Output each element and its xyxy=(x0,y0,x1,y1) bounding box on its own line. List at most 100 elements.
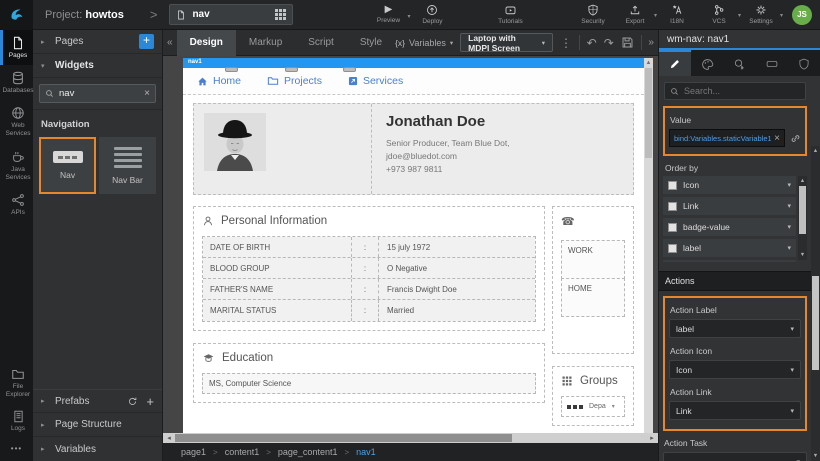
action-link-select[interactable]: Link ▾ xyxy=(669,401,801,420)
tab-properties[interactable] xyxy=(659,50,691,76)
order-by-item[interactable]: Link ▾ xyxy=(663,197,796,215)
checkbox[interactable] xyxy=(668,223,677,232)
chevron-down-icon[interactable]: ▾ xyxy=(787,223,791,231)
table-row[interactable]: MARITAL STATUS : Married xyxy=(203,300,535,321)
canvas-nav-projects[interactable]: Projects xyxy=(267,75,322,87)
refresh-icon[interactable] xyxy=(127,396,138,407)
breadcrumb-item[interactable]: content1 xyxy=(225,447,260,457)
tab-style[interactable] xyxy=(691,50,723,76)
page-name-input[interactable] xyxy=(192,9,252,20)
page-selector[interactable] xyxy=(169,4,293,25)
action-label-select[interactable]: label ▾ xyxy=(669,319,801,338)
add-prefab-icon[interactable]: + xyxy=(146,394,154,409)
order-by-item[interactable]: label ▾ xyxy=(663,239,796,257)
checkbox[interactable] xyxy=(668,202,677,211)
education-row[interactable]: MS, Computer Science xyxy=(202,373,536,394)
contact-work-box[interactable]: WORK xyxy=(561,240,625,279)
profile-phone[interactable]: +973 987 9811 xyxy=(386,163,619,176)
bind-link-icon[interactable] xyxy=(790,133,801,144)
device-selector[interactable]: Laptop with MDPI Screen ▾ xyxy=(460,33,553,52)
clear-search-icon[interactable]: × xyxy=(144,88,150,99)
page-grid-icon[interactable] xyxy=(275,9,286,20)
tab-style[interactable]: Style xyxy=(347,30,395,56)
sidebar-item-pages[interactable]: Pages xyxy=(0,30,33,65)
breadcrumb-item[interactable]: page1 xyxy=(181,447,206,457)
scrollbar-thumb[interactable] xyxy=(645,68,652,158)
wavemaker-logo-icon[interactable] xyxy=(0,0,33,30)
groups-row[interactable]: Depa ▾ xyxy=(561,396,625,417)
scroll-right-icon[interactable]: ▸ xyxy=(646,434,658,442)
order-by-item[interactable]: badge-value ▾ xyxy=(663,218,796,236)
contact-card[interactable]: ☎ WORK HOME xyxy=(552,206,634,354)
security-button[interactable]: Security xyxy=(578,4,608,25)
profile-card-widget[interactable]: Jonathan Doe Senior Producer, Team Blue … xyxy=(193,103,634,195)
sidebar-item-databases[interactable]: Databases xyxy=(0,65,33,100)
settings-button[interactable]: Settings ▾ xyxy=(746,4,776,25)
canvas-nav-services[interactable]: Services xyxy=(348,75,403,87)
scroll-down-icon[interactable]: ▼ xyxy=(813,451,818,461)
chevron-down-icon[interactable]: ▾ xyxy=(407,13,410,20)
canvas-page[interactable]: nav1 Home Projects Services xyxy=(183,58,644,433)
chevron-down-icon[interactable]: ▾ xyxy=(787,202,791,210)
tab-device[interactable] xyxy=(756,50,788,76)
profile-text-cell[interactable]: Jonathan Doe Senior Producer, Team Blue … xyxy=(372,104,633,194)
sidebar-item-apis[interactable]: APIs xyxy=(0,187,33,222)
breadcrumb-item[interactable]: page_content1 xyxy=(278,447,338,457)
canvas-nav-home[interactable]: Home xyxy=(197,75,241,87)
widget-search-input[interactable] xyxy=(59,88,129,99)
tab-markup[interactable]: Markup xyxy=(236,30,295,56)
kebab-menu-icon[interactable]: ⋮ xyxy=(560,36,572,50)
preview-button[interactable]: ▶ Preview ▾ xyxy=(373,5,403,24)
tab-design[interactable]: Design xyxy=(177,30,236,56)
i18n-button[interactable]: I18N xyxy=(662,4,692,25)
action-task-select[interactable]: ▾ xyxy=(663,452,807,461)
inspector-scrollbar[interactable]: ▲ ▼ xyxy=(811,146,820,461)
chevron-down-icon[interactable]: ▾ xyxy=(738,12,741,19)
add-page-button[interactable]: + xyxy=(139,34,154,49)
canvas-nav-widget[interactable]: Home Projects Services xyxy=(183,68,644,95)
drag-handle[interactable] xyxy=(285,67,298,72)
chevron-down-icon[interactable]: ▾ xyxy=(780,12,783,19)
table-row[interactable]: BLOOD GROUP : O Negative xyxy=(203,258,535,279)
undo-icon[interactable]: ↶ xyxy=(587,36,597,50)
export-button[interactable]: Export ▾ xyxy=(620,4,650,25)
personal-info-card[interactable]: Personal Information DATE OF BIRTH : 15 … xyxy=(193,206,545,331)
tutorials-button[interactable]: Tutorials xyxy=(495,4,525,25)
scroll-up-icon[interactable]: ▲ xyxy=(813,146,818,156)
widgets-section-header[interactable]: ▾ Widgets xyxy=(33,54,162,78)
table-row[interactable]: FATHER'S NAME : Francis Dwight Doe xyxy=(203,279,535,300)
profile-title[interactable]: Senior Producer, Team Blue Dot, xyxy=(386,137,619,150)
more-options-icon[interactable]: ••• xyxy=(0,438,33,461)
canvas-vertical-scrollbar[interactable]: ▲ xyxy=(644,58,653,433)
deploy-button[interactable]: Deploy xyxy=(417,4,447,25)
sidebar-item-java-services[interactable]: Java Services xyxy=(0,144,33,187)
order-by-item-partial[interactable] xyxy=(663,260,796,262)
breadcrumb-item-current[interactable]: nav1 xyxy=(356,447,376,457)
tab-security[interactable] xyxy=(788,50,820,76)
contact-home-box[interactable]: HOME xyxy=(561,278,625,317)
checkbox[interactable] xyxy=(668,181,677,190)
scroll-up-icon[interactable]: ▲ xyxy=(646,58,652,68)
table-row[interactable]: DATE OF BIRTH : 15 july 1972 xyxy=(203,237,535,258)
canvas-horizontal-scrollbar[interactable]: ◂ ▸ xyxy=(163,433,658,443)
action-icon-select[interactable]: Icon ▾ xyxy=(669,360,801,379)
user-avatar[interactable]: JS xyxy=(792,5,812,25)
tab-events[interactable] xyxy=(723,50,755,76)
scroll-down-icon[interactable]: ▼ xyxy=(800,250,805,260)
tab-script[interactable]: Script xyxy=(295,30,347,56)
widget-tile-nav[interactable]: Nav xyxy=(39,137,96,194)
widget-tile-nav-bar[interactable]: Nav Bar xyxy=(99,137,156,194)
sidebar-item-file-explorer[interactable]: File Explorer xyxy=(0,361,33,404)
chevron-down-icon[interactable]: ▾ xyxy=(787,244,791,252)
page-structure-section-header[interactable]: ▸ Page Structure xyxy=(33,413,162,437)
scroll-left-icon[interactable]: ◂ xyxy=(163,434,175,442)
chevron-down-icon[interactable]: ▾ xyxy=(787,181,791,189)
sidebar-item-logs[interactable]: Logs xyxy=(0,404,33,438)
prefabs-section-header[interactable]: ▸ Prefabs + xyxy=(33,389,162,413)
widget-search-box[interactable]: × xyxy=(39,84,156,103)
order-by-scrollbar[interactable]: ▲ ▼ xyxy=(798,176,807,260)
order-by-item[interactable]: Icon ▾ xyxy=(663,176,796,194)
clear-binding-icon[interactable]: × xyxy=(774,133,780,144)
pages-section-header[interactable]: ▸ Pages + xyxy=(33,30,162,54)
selected-widget-bar[interactable]: nav1 xyxy=(183,58,644,68)
